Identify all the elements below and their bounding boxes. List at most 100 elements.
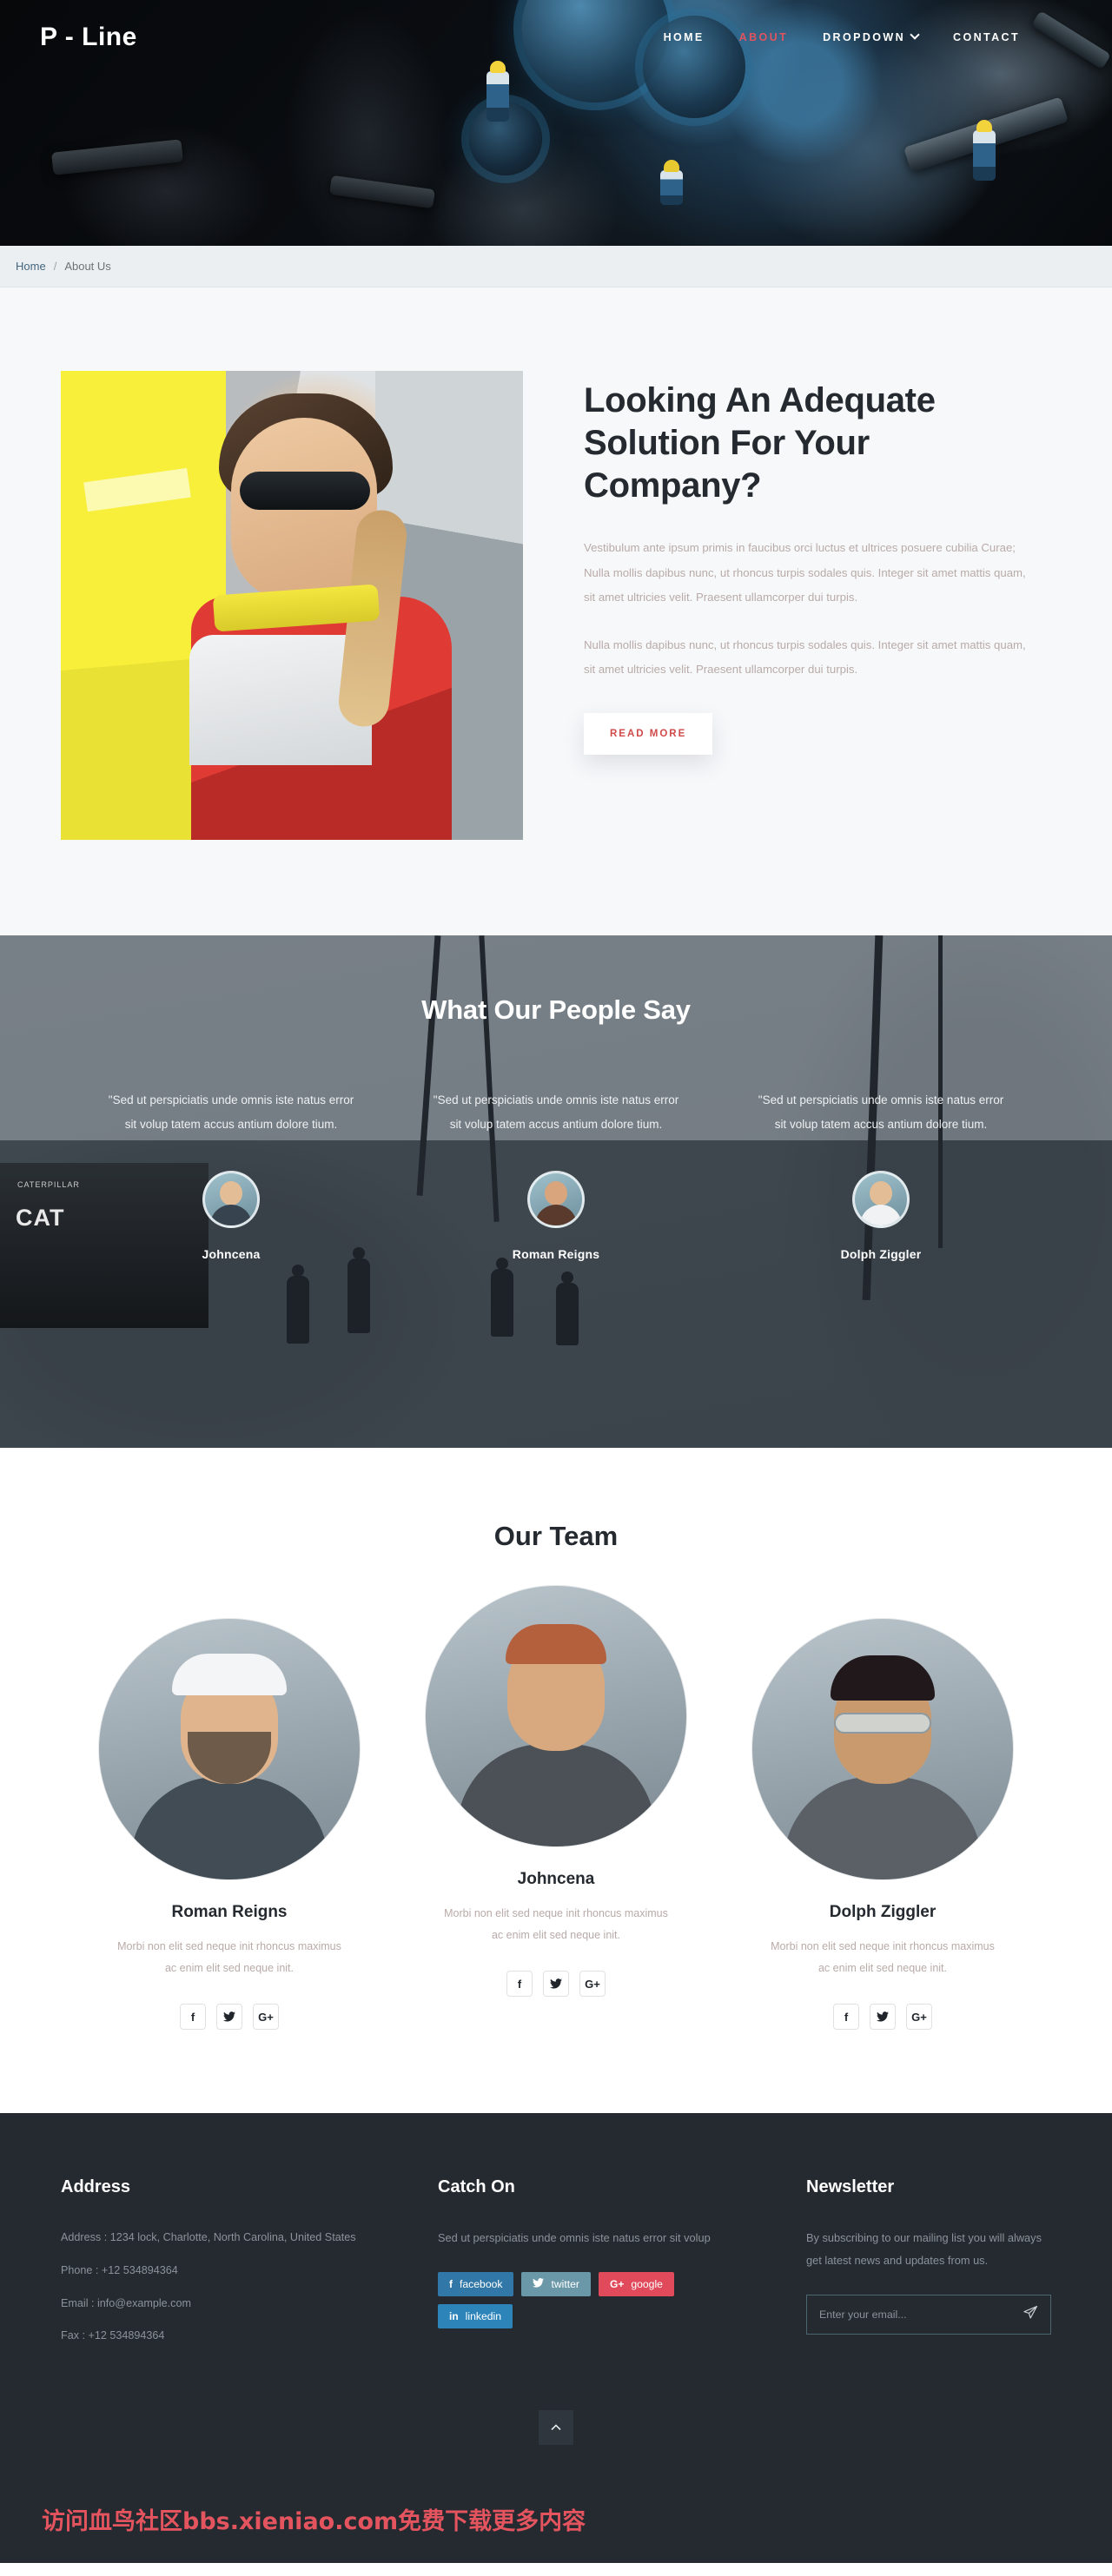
- team-member-photo: [98, 1618, 361, 1880]
- twitter-icon[interactable]: [216, 2004, 242, 2030]
- twitter-icon: [533, 2278, 545, 2290]
- avatar-body: [210, 1205, 252, 1226]
- testimonial-name: Roman Reigns: [512, 1247, 600, 1262]
- footer-email-line: Email : info@example.com: [61, 2296, 191, 2309]
- about-paragraph-2: Nulla mollis dapibus nunc, ut rhoncus tu…: [584, 637, 1026, 676]
- twitter-label: twitter: [551, 2278, 579, 2291]
- avatar: [852, 1171, 910, 1229]
- google-plus-icon[interactable]: G+: [253, 2004, 279, 2030]
- footer-newsletter-title: Newsletter: [806, 2177, 895, 2196]
- avatar-head: [870, 1181, 892, 1206]
- footer-catch-on-title: Catch On: [438, 2177, 515, 2196]
- facebook-button[interactable]: f facebook: [438, 2272, 514, 2297]
- hard-hat-icon: [172, 1654, 287, 1695]
- footer-address-title: Address: [61, 2177, 131, 2196]
- footer-newsletter-text: By subscribing to our mailing list you w…: [806, 2231, 1042, 2268]
- send-icon[interactable]: [1023, 2305, 1038, 2325]
- about-content: Looking An Adequate Solution For Your Co…: [584, 371, 1051, 756]
- worker-silhouette: [348, 1247, 370, 1333]
- avatar-body: [535, 1205, 577, 1226]
- testimonials-title: What Our People Say: [421, 994, 691, 1025]
- team-member-desc: Morbi non elit sed neque init rhoncus ma…: [117, 1940, 341, 1974]
- nav-item-dropdown[interactable]: DROPDOWN: [823, 30, 920, 43]
- avatar: [527, 1171, 585, 1229]
- bolt-graphic: [51, 139, 183, 175]
- testimonials-list: "Sed ut perspiciatis unde omnis iste nat…: [0, 1088, 1112, 1261]
- testimonial-card: "Sed ut perspiciatis unde omnis iste nat…: [738, 1088, 1024, 1261]
- team-member-socials: f G+: [86, 2004, 373, 2030]
- linkedin-button[interactable]: in linkedin: [438, 2304, 513, 2329]
- testimonial-card: "Sed ut perspiciatis unde omnis iste nat…: [413, 1088, 699, 1261]
- twitter-button[interactable]: twitter: [521, 2272, 591, 2297]
- footer-catch-on-text: Sed ut perspiciatis unde omnis iste natu…: [438, 2231, 711, 2244]
- photo-hair: [831, 1655, 935, 1701]
- team-member-desc: Morbi non elit sed neque init rhoncus ma…: [771, 1940, 995, 1974]
- footer-newsletter-column: Newsletter By subscribing to our mailing…: [806, 2177, 1051, 2358]
- team-member-photo: [425, 1585, 687, 1847]
- twitter-icon[interactable]: [543, 1971, 569, 1997]
- nav-item-home[interactable]: HOME: [664, 31, 705, 43]
- brand-logo[interactable]: P - Line: [40, 23, 137, 52]
- about-section: Looking An Adequate Solution For Your Co…: [0, 287, 1112, 935]
- twitter-icon[interactable]: [870, 2004, 896, 2030]
- team-member-card: Roman Reigns Morbi non elit sed neque in…: [86, 1618, 373, 2030]
- footer-fax-line: Fax : +12 534894364: [61, 2329, 165, 2342]
- photo-body: [130, 1777, 328, 1879]
- read-more-button[interactable]: READ MORE: [584, 713, 713, 756]
- page-root: P - Line HOME ABOUT DROPDOWN CONTACT Hom…: [0, 0, 1112, 2564]
- worker-silhouette: [287, 1265, 309, 1344]
- team-member-desc: Morbi non elit sed neque init rhoncus ma…: [444, 1907, 668, 1941]
- facebook-icon[interactable]: f: [180, 2004, 206, 2030]
- chevron-down-icon: [910, 30, 920, 40]
- facebook-icon: f: [449, 2278, 453, 2291]
- site-footer: Address Address : 1234 lock, Charlotte, …: [0, 2113, 1112, 2564]
- nav-item-contact[interactable]: CONTACT: [953, 31, 1020, 43]
- testimonial-quote: "Sed ut perspiciatis unde omnis iste nat…: [108, 1093, 354, 1131]
- team-member-name: Dolph Ziggler: [829, 1903, 937, 1921]
- footer-catch-on-column: Catch On Sed ut perspiciatis unde omnis …: [438, 2177, 777, 2358]
- worker-figure: [973, 120, 996, 181]
- breadcrumb-home-link[interactable]: Home: [16, 260, 46, 273]
- avatar-head: [220, 1181, 242, 1206]
- bolt-graphic: [329, 175, 435, 209]
- breadcrumb: Home / About Us: [0, 246, 1112, 287]
- worker-silhouette: [556, 1271, 579, 1345]
- photo-body: [784, 1777, 982, 1879]
- team-member-photo: [751, 1618, 1014, 1880]
- testimonial-quote: "Sed ut perspiciatis unde omnis iste nat…: [758, 1093, 1004, 1131]
- team-member-socials: f G+: [413, 1971, 699, 1997]
- nav-label: DROPDOWN: [823, 31, 906, 43]
- newsletter-email-input[interactable]: [819, 2308, 1023, 2322]
- team-member-card: Dolph Ziggler Morbi non elit sed neque i…: [739, 1618, 1026, 2030]
- avatar: [202, 1171, 260, 1229]
- team-section: Our Team Roman Reigns Morbi non elit sed…: [0, 1448, 1112, 2113]
- footer-bottom: 访问血鸟社区bbs.xieniao.com免费下载更多内容: [0, 2398, 1112, 2563]
- safety-glasses-icon: [834, 1713, 931, 1734]
- scroll-to-top-button[interactable]: [539, 2410, 573, 2446]
- footer-phone-line: Phone : +12 534894364: [61, 2263, 178, 2276]
- breadcrumb-separator: /: [53, 260, 57, 273]
- main-navigation: HOME ABOUT DROPDOWN CONTACT: [664, 30, 1072, 43]
- about-heading: Looking An Adequate Solution For Your Co…: [584, 381, 936, 505]
- google-label: google: [631, 2278, 663, 2291]
- nav-item-about[interactable]: ABOUT: [739, 31, 788, 43]
- team-title: Our Team: [493, 1521, 619, 1551]
- facebook-icon[interactable]: f: [833, 2004, 859, 2030]
- google-plus-icon[interactable]: G+: [906, 2004, 932, 2030]
- facebook-label: facebook: [460, 2278, 503, 2291]
- about-image: [61, 371, 523, 840]
- team-member-socials: f G+: [739, 2004, 1026, 2030]
- testimonial-name: Dolph Ziggler: [840, 1247, 922, 1262]
- avatar-body: [860, 1205, 902, 1226]
- facebook-icon[interactable]: f: [506, 1971, 533, 1997]
- header-bar: P - Line HOME ABOUT DROPDOWN CONTACT: [0, 0, 1112, 52]
- nav-label: ABOUT: [738, 31, 789, 43]
- photo-body: [457, 1744, 655, 1846]
- google-plus-icon[interactable]: G+: [579, 1971, 606, 1997]
- worker-figure: [486, 61, 509, 122]
- team-list: Roman Reigns Morbi non elit sed neque in…: [0, 1585, 1112, 2030]
- google-button[interactable]: G+ google: [598, 2272, 674, 2297]
- nav-label: HOME: [663, 31, 705, 43]
- about-paragraph-1: Vestibulum ante ipsum primis in faucibus…: [584, 541, 1026, 604]
- testimonial-name: Johncena: [202, 1247, 261, 1262]
